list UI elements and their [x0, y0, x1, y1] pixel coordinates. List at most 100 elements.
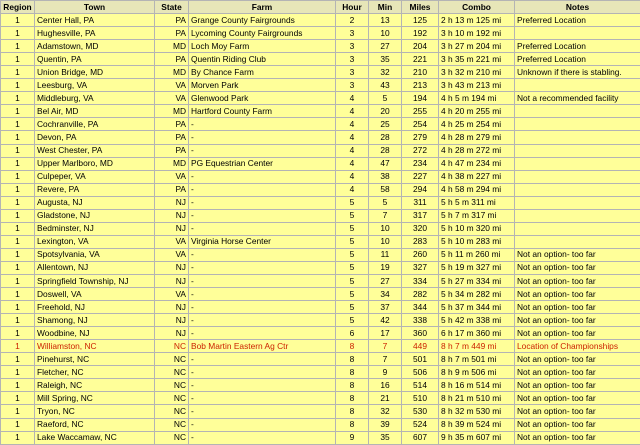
combo-cell[interactable]: 9 h 35 m 607 mi [439, 431, 515, 444]
notes-cell[interactable] [515, 118, 640, 131]
state-cell[interactable]: NC [155, 431, 189, 444]
farm-cell[interactable]: Quentin Riding Club [189, 53, 336, 66]
state-cell[interactable]: NC [155, 366, 189, 379]
region-cell[interactable]: 1 [1, 340, 35, 353]
farm-cell[interactable]: - [189, 248, 336, 261]
farm-cell[interactable]: - [189, 353, 336, 366]
miles-cell[interactable]: 194 [402, 92, 439, 105]
state-cell[interactable]: NJ [155, 261, 189, 274]
farm-cell[interactable]: - [189, 209, 336, 222]
miles-cell[interactable]: 279 [402, 131, 439, 144]
min-cell[interactable]: 28 [369, 131, 402, 144]
state-cell[interactable]: PA [155, 27, 189, 40]
combo-cell[interactable]: 8 h 32 m 530 mi [439, 405, 515, 418]
combo-cell[interactable]: 4 h 28 m 272 mi [439, 144, 515, 157]
town-cell[interactable]: West Chester, PA [35, 144, 155, 157]
town-cell[interactable]: Adamstown, MD [35, 40, 155, 53]
state-cell[interactable]: NJ [155, 209, 189, 222]
hour-cell[interactable]: 4 [336, 131, 369, 144]
state-cell[interactable]: NC [155, 379, 189, 392]
combo-cell[interactable]: 3 h 35 m 221 mi [439, 53, 515, 66]
notes-cell[interactable] [515, 235, 640, 248]
region-cell[interactable]: 1 [1, 105, 35, 118]
region-cell[interactable]: 1 [1, 274, 35, 287]
region-cell[interactable]: 1 [1, 353, 35, 366]
miles-cell[interactable]: 254 [402, 118, 439, 131]
hour-cell[interactable]: 4 [336, 144, 369, 157]
notes-cell[interactable] [515, 170, 640, 183]
hour-cell[interactable]: 9 [336, 431, 369, 444]
town-cell[interactable]: Shamong, NJ [35, 314, 155, 327]
min-cell[interactable]: 5 [369, 196, 402, 209]
farm-cell[interactable]: Hartford County Farm [189, 105, 336, 118]
town-cell[interactable]: Devon, PA [35, 131, 155, 144]
combo-cell[interactable]: 4 h 25 m 254 mi [439, 118, 515, 131]
notes-cell[interactable] [515, 196, 640, 209]
farm-cell[interactable]: Grange County Fairgrounds [189, 14, 336, 27]
farm-cell[interactable]: - [189, 327, 336, 340]
state-cell[interactable]: PA [155, 144, 189, 157]
notes-cell[interactable]: Not an option- too far [515, 379, 640, 392]
notes-cell[interactable]: Not an option- too far [515, 327, 640, 340]
hour-cell[interactable]: 5 [336, 248, 369, 261]
town-cell[interactable]: Hughesville, PA [35, 27, 155, 40]
state-cell[interactable]: NJ [155, 314, 189, 327]
town-cell[interactable]: Center Hall, PA [35, 14, 155, 27]
min-cell[interactable]: 42 [369, 314, 402, 327]
notes-cell[interactable]: Not an option- too far [515, 405, 640, 418]
combo-cell[interactable]: 4 h 28 m 279 mi [439, 131, 515, 144]
combo-cell[interactable]: 8 h 7 m 449 mi [439, 340, 515, 353]
miles-cell[interactable]: 311 [402, 196, 439, 209]
header-combo[interactable]: Combo [439, 1, 515, 14]
combo-cell[interactable]: 5 h 7 m 317 mi [439, 209, 515, 222]
miles-cell[interactable]: 510 [402, 392, 439, 405]
header-hour[interactable]: Hour [336, 1, 369, 14]
state-cell[interactable]: NC [155, 340, 189, 353]
town-cell[interactable]: Springfield Township, NJ [35, 274, 155, 287]
hour-cell[interactable]: 4 [336, 170, 369, 183]
region-cell[interactable]: 1 [1, 157, 35, 170]
header-min[interactable]: Min [369, 1, 402, 14]
miles-cell[interactable]: 449 [402, 340, 439, 353]
town-cell[interactable]: Leesburg, VA [35, 79, 155, 92]
farm-cell[interactable]: - [189, 431, 336, 444]
min-cell[interactable]: 9 [369, 366, 402, 379]
miles-cell[interactable]: 282 [402, 288, 439, 301]
farm-cell[interactable]: Morven Park [189, 79, 336, 92]
hour-cell[interactable]: 4 [336, 183, 369, 196]
region-cell[interactable]: 1 [1, 196, 35, 209]
hour-cell[interactable]: 4 [336, 157, 369, 170]
town-cell[interactable]: Spotsylvania, VA [35, 248, 155, 261]
min-cell[interactable]: 34 [369, 288, 402, 301]
miles-cell[interactable]: 283 [402, 235, 439, 248]
combo-cell[interactable]: 3 h 32 m 210 mi [439, 66, 515, 79]
town-cell[interactable]: Tryon, NC [35, 405, 155, 418]
region-cell[interactable]: 1 [1, 118, 35, 131]
miles-cell[interactable]: 234 [402, 157, 439, 170]
notes-cell[interactable]: Preferred Location [515, 40, 640, 53]
town-cell[interactable]: Fletcher, NC [35, 366, 155, 379]
min-cell[interactable]: 7 [369, 209, 402, 222]
farm-cell[interactable]: - [189, 314, 336, 327]
notes-cell[interactable]: Not an option- too far [515, 431, 640, 444]
combo-cell[interactable]: 8 h 16 m 514 mi [439, 379, 515, 392]
town-cell[interactable]: Williamston, NC [35, 340, 155, 353]
hour-cell[interactable]: 5 [336, 235, 369, 248]
town-cell[interactable]: Lexington, VA [35, 235, 155, 248]
min-cell[interactable]: 20 [369, 105, 402, 118]
header-town[interactable]: Town [35, 1, 155, 14]
min-cell[interactable]: 7 [369, 353, 402, 366]
combo-cell[interactable]: 5 h 5 m 311 mi [439, 196, 515, 209]
miles-cell[interactable]: 204 [402, 40, 439, 53]
town-cell[interactable]: Augusta, NJ [35, 196, 155, 209]
region-cell[interactable]: 1 [1, 379, 35, 392]
min-cell[interactable]: 32 [369, 405, 402, 418]
region-cell[interactable]: 1 [1, 261, 35, 274]
combo-cell[interactable]: 5 h 27 m 334 mi [439, 274, 515, 287]
state-cell[interactable]: VA [155, 248, 189, 261]
combo-cell[interactable]: 8 h 7 m 501 mi [439, 353, 515, 366]
miles-cell[interactable]: 360 [402, 327, 439, 340]
header-region[interactable]: Region [1, 1, 35, 14]
region-cell[interactable]: 1 [1, 53, 35, 66]
min-cell[interactable]: 10 [369, 235, 402, 248]
